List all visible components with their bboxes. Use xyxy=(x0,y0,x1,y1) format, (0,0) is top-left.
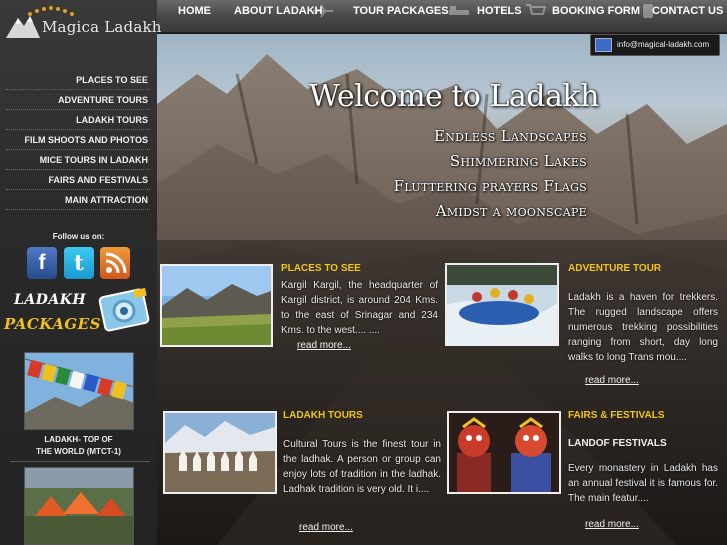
card-subtitle-fairs-festivals: LANDOF FESTIVALS xyxy=(568,438,667,449)
site-logo[interactable]: Magica Ladakh xyxy=(6,6,161,42)
ladakh-tours-image[interactable] xyxy=(163,411,277,494)
package-image-tents xyxy=(24,467,134,545)
nav-booking-form[interactable]: BOOKING FORM xyxy=(552,0,640,25)
sidebar-item-ladakh-tours[interactable]: LADAKH TOURS xyxy=(6,110,150,130)
package-image-prayer-flags xyxy=(24,352,134,430)
landscape-photo xyxy=(162,266,271,345)
read-more-fairs-festivals[interactable]: read more... xyxy=(585,519,639,530)
sidebar-item-label: FILM SHOOTS AND PHOTOS xyxy=(24,135,148,145)
hero-tagline-3: Fluttering prayers Flags xyxy=(393,177,587,195)
places-to-see-image[interactable] xyxy=(160,264,273,347)
card-text-adventure-tour: Ladakh is a haven for trekkers. The rugg… xyxy=(568,292,718,363)
rss-glyph xyxy=(105,252,127,274)
sidebar-menu: PLACES TO SEE ADVENTURE TOURS LADAKH TOU… xyxy=(6,70,150,210)
card-title-adventure-tour[interactable]: ADVENTURE TOUR xyxy=(568,263,661,274)
logo-text-part1: Magica xyxy=(42,18,100,36)
divider xyxy=(10,461,150,462)
sidebar-item-label: MICE TOURS IN LADAKH xyxy=(39,155,148,165)
camera-icon xyxy=(98,287,150,332)
hero-tagline-4: Amidst a moonscape xyxy=(435,202,587,220)
card-title-fairs-festivals[interactable]: FAIRS & FESTIVALS xyxy=(568,410,665,421)
envelope-icon xyxy=(595,38,612,52)
prayer-flags-photo xyxy=(25,353,133,429)
fairs-festivals-image[interactable] xyxy=(447,411,561,494)
card-text-ladakh-tours: Cultural Tours is the finest tour in the… xyxy=(283,439,441,495)
package-card-top-of-world[interactable] xyxy=(24,352,134,430)
camping-tents-photo xyxy=(25,468,133,544)
email-address[interactable]: info@magical-ladakh.com xyxy=(617,40,709,49)
sidebar-item-label: PLACES TO SEE xyxy=(76,75,148,85)
sidebar-item-main-attraction[interactable]: MAIN ATTRACTION xyxy=(6,190,150,210)
sidebar-item-label: FAIRS AND FESTIVALS xyxy=(48,175,148,185)
adventure-tour-image[interactable] xyxy=(445,263,559,346)
rafting-photo xyxy=(447,265,557,344)
twitter-icon[interactable]: t xyxy=(64,247,94,279)
sidebar-item-adventure-tours[interactable]: ADVENTURE TOURS xyxy=(6,90,150,110)
card-text-places-to-see: Kargil Kargil, the headquarter of Kargil… xyxy=(281,280,438,336)
festival-masks-photo xyxy=(449,413,559,492)
stupas-photo xyxy=(165,413,275,492)
sidebar-item-label: MAIN ATTRACTION xyxy=(65,195,148,205)
cart-icon xyxy=(526,4,546,15)
rss-icon[interactable] xyxy=(100,247,130,279)
nav-hotels[interactable]: HOTELS xyxy=(477,0,522,25)
nav-home[interactable]: HOME xyxy=(178,0,211,25)
ladakh-packages-banner[interactable]: LADAKH PACKAGES xyxy=(4,285,156,341)
read-more-places-to-see[interactable]: read more... xyxy=(297,340,351,351)
sidebar-item-label: ADVENTURE TOURS xyxy=(58,95,148,105)
hero-tagline-1: Endless Landscapes xyxy=(434,127,587,145)
nav-about-ladakh[interactable]: ABOUT LADAKH xyxy=(234,0,323,25)
social-links: f t xyxy=(27,247,137,279)
package-caption-line1: LADAKH- TOP OF xyxy=(44,435,113,444)
card-title-places-to-see[interactable]: PLACES TO SEE xyxy=(281,263,361,274)
nav-contact-us[interactable]: CONTACT US xyxy=(652,0,723,25)
banner-line1: LADAKH xyxy=(14,292,87,308)
sidebar-item-mice-tours[interactable]: MICE TOURS IN LADAKH xyxy=(6,150,150,170)
follow-us-label: Follow us on: xyxy=(52,232,105,241)
nav-tour-packages[interactable]: TOUR PACKAGES xyxy=(353,0,449,25)
top-navigation: HOME ABOUT LADAKH TOUR PACKAGES HOTELS B… xyxy=(157,0,727,33)
hero-title: Welcome to Ladakh xyxy=(309,79,599,114)
card-title-ladakh-tours[interactable]: LADAKH TOURS xyxy=(283,410,363,421)
bed-icon xyxy=(449,6,469,15)
email-contact[interactable]: info@magical-ladakh.com xyxy=(590,34,720,56)
sidebar-item-label: LADAKH TOURS xyxy=(76,115,148,125)
logo-text-part2: Ladakh xyxy=(104,18,162,36)
hero-tagline-2: Shimmering Lakes xyxy=(449,152,587,170)
read-more-adventure-tour[interactable]: read more... xyxy=(585,375,639,386)
read-more-ladakh-tours[interactable]: read more... xyxy=(299,522,353,533)
package-caption[interactable]: LADAKH- TOP OF THE WORLD (MTCT-1) xyxy=(0,434,157,458)
banner-line2: PACKAGES xyxy=(4,315,101,333)
left-sidebar: Magica Ladakh PLACES TO SEE ADVENTURE TO… xyxy=(0,0,161,545)
logo-text: Magica Ladakh xyxy=(42,18,162,36)
facebook-icon[interactable]: f xyxy=(27,247,57,279)
page: Welcome to Ladakh Endless Landscapes Shi… xyxy=(0,0,727,545)
mountain-logo-icon xyxy=(6,16,40,38)
package-card-camping[interactable] xyxy=(24,467,134,545)
sidebar-item-fairs-festivals[interactable]: FAIRS AND FESTIVALS xyxy=(6,170,150,190)
sidebar-item-places-to-see[interactable]: PLACES TO SEE xyxy=(6,70,150,90)
sidebar-item-film-shoots[interactable]: FILM SHOOTS AND PHOTOS xyxy=(6,130,150,150)
package-caption-line2: THE WORLD (MTCT-1) xyxy=(36,447,121,456)
card-text-fairs-festivals: Every monastery in Ladakh has an annual … xyxy=(568,463,718,504)
